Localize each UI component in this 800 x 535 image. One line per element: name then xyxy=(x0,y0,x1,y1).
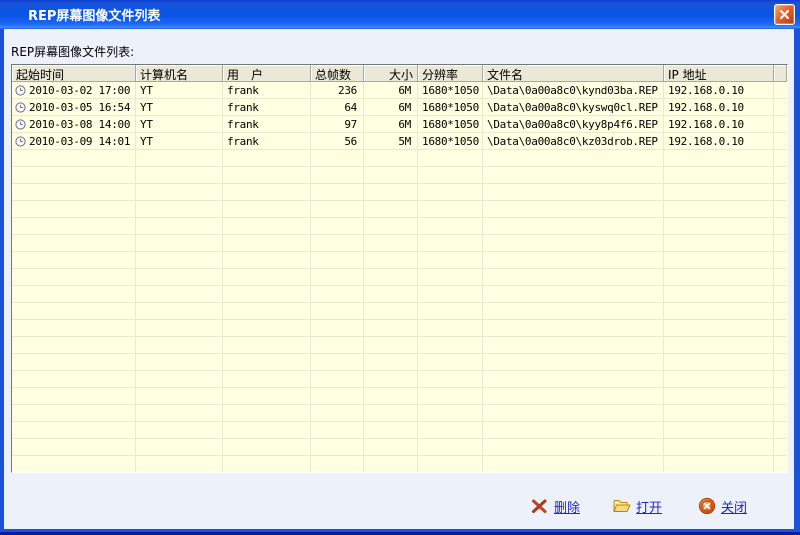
table-row[interactable]: 2010-03-09 14:01 YTfrank565M1680*1050\Dat… xyxy=(12,133,787,150)
start-time-text: 2010-03-05 16:54 xyxy=(29,101,130,114)
clock-icon xyxy=(15,85,26,96)
start-time-text: 2010-03-08 14:00 xyxy=(29,118,130,131)
dialog-window: REP屏幕图像文件列表 REP屏幕图像文件列表: 起始时间计算机名用 户总帧数大… xyxy=(0,0,800,535)
table-grid-body[interactable]: 2010-03-02 17:00YTfrank2366M1680*1050\Da… xyxy=(12,82,787,472)
cell-ip-address: 192.168.0.10 xyxy=(664,133,774,150)
close-circle-icon xyxy=(698,497,716,515)
cell-size: 5M xyxy=(364,133,418,150)
cell-resolution: 1680*1050 xyxy=(418,116,483,133)
delete-button-label: 删除 xyxy=(554,497,580,516)
column-header-user[interactable]: 用 户 xyxy=(223,65,311,82)
cell-total-frames: 56 xyxy=(311,133,364,150)
cell-size: 6M xyxy=(364,116,418,133)
file-list-table: 起始时间计算机名用 户总帧数大小分辨率文件名IP 地址 2010-03-02 1… xyxy=(11,64,788,473)
cell-resolution: 1680*1050 xyxy=(418,82,483,99)
cell-size: 6M xyxy=(364,82,418,99)
cell-ip-address: 192.168.0.10 xyxy=(664,82,774,99)
cell-user: frank xyxy=(223,133,311,150)
dialog-content: REP屏幕图像文件列表: 起始时间计算机名用 户总帧数大小分辨率文件名IP 地址… xyxy=(4,29,794,529)
cell-ip-address: 192.168.0.10 xyxy=(664,99,774,116)
cell-filler xyxy=(774,133,787,150)
cell-filler xyxy=(774,116,787,133)
titlebar-close-button[interactable] xyxy=(774,4,795,25)
column-header-file-name[interactable]: 文件名 xyxy=(483,65,664,82)
column-header-total-frames[interactable]: 总帧数 xyxy=(311,65,364,82)
cell-computer-name: YT xyxy=(136,116,223,133)
cell-start-time: 2010-03-02 17:00 xyxy=(12,82,136,99)
start-time-text: 2010-03-09 14:01 xyxy=(29,135,130,148)
cell-total-frames: 64 xyxy=(311,99,364,116)
column-header-resolution[interactable]: 分辨率 xyxy=(418,65,483,82)
column-header-size[interactable]: 大小 xyxy=(364,65,418,82)
cell-start-time: 2010-03-09 14:01 xyxy=(12,133,136,150)
table-row[interactable]: 2010-03-02 17:00 YTfrank2366M1680*1050\Da… xyxy=(12,82,787,99)
close-button-label: 关闭 xyxy=(721,497,747,516)
cell-resolution: 1680*1050 xyxy=(418,133,483,150)
table-row[interactable]: 2010-03-08 14:00 YTfrank976M1680*1050\Dat… xyxy=(12,116,787,133)
cell-start-time: 2010-03-08 14:00 xyxy=(12,116,136,133)
clock-icon xyxy=(15,136,26,147)
close-button[interactable]: 关闭 xyxy=(698,497,747,515)
cell-total-frames: 97 xyxy=(311,116,364,133)
cell-file-name: \Data\0a00a8c0\kynd03ba.REP xyxy=(483,82,664,99)
window-title: REP屏幕图像文件列表 xyxy=(0,5,160,24)
open-folder-icon xyxy=(612,498,631,514)
column-header-ip-address[interactable]: IP 地址 xyxy=(664,65,774,82)
open-button[interactable]: 打开 xyxy=(612,497,662,515)
cell-file-name: \Data\0a00a8c0\kz03drob.REP xyxy=(483,133,664,150)
start-time-text: 2010-03-02 17:00 xyxy=(29,84,130,97)
table-header: 起始时间计算机名用 户总帧数大小分辨率文件名IP 地址 xyxy=(12,65,787,82)
cell-user: frank xyxy=(223,82,311,99)
cell-filler xyxy=(774,99,787,116)
close-x-icon xyxy=(779,9,790,20)
cell-computer-name: YT xyxy=(136,99,223,116)
cell-file-name: \Data\0a00a8c0\kyswq0cl.REP xyxy=(483,99,664,116)
cell-computer-name: YT xyxy=(136,82,223,99)
open-button-label: 打开 xyxy=(636,497,662,516)
column-header-start-time[interactable]: 起始时间 xyxy=(12,65,136,82)
delete-x-icon xyxy=(530,497,549,515)
cell-file-name: \Data\0a00a8c0\kyy8p4f6.REP xyxy=(483,116,664,133)
cell-computer-name: YT xyxy=(136,133,223,150)
column-header-filler[interactable] xyxy=(774,65,787,82)
column-header-computer-name[interactable]: 计算机名 xyxy=(136,65,223,82)
clock-icon xyxy=(15,119,26,130)
clock-icon xyxy=(15,102,26,113)
cell-filler xyxy=(774,82,787,99)
delete-button[interactable]: 删除 xyxy=(530,497,580,515)
cell-start-time: 2010-03-05 16:54 xyxy=(12,99,136,116)
table-row[interactable]: 2010-03-05 16:54 YTfrank646M1680*1050\Dat… xyxy=(12,99,787,116)
list-label: REP屏幕图像文件列表: xyxy=(11,43,134,60)
cell-total-frames: 236 xyxy=(311,82,364,99)
cell-user: frank xyxy=(223,116,311,133)
titlebar[interactable]: REP屏幕图像文件列表 xyxy=(0,0,800,29)
cell-user: frank xyxy=(223,99,311,116)
cell-ip-address: 192.168.0.10 xyxy=(664,116,774,133)
cell-size: 6M xyxy=(364,99,418,116)
cell-resolution: 1680*1050 xyxy=(418,99,483,116)
